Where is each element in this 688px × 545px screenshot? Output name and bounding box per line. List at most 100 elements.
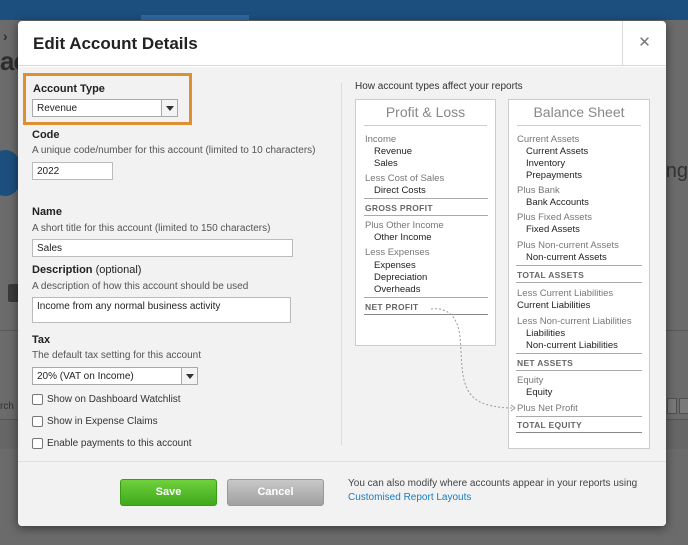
bs-bank-group-label: Bank (538, 185, 560, 196)
pl-cost-of-sales-label: Cost of Sales (387, 173, 445, 184)
bs-equity: Equity (526, 387, 553, 398)
close-button[interactable]: ✕ (622, 21, 666, 66)
tax-hint: The default tax setting for this account (32, 350, 201, 361)
background-pager-button (667, 398, 677, 414)
bs-fixed-assets: Fixed Assets (526, 224, 580, 235)
bs-plus-prefix: Plus (517, 240, 536, 251)
tax-value: 20% (VAT on Income) (37, 371, 134, 382)
description-label-text: Description (32, 264, 93, 276)
sheet-heading-rule (517, 125, 641, 126)
description-label: Description (optional) (32, 264, 141, 276)
pl-less-cost-of-sales: Less Cost of Sales (365, 173, 444, 184)
expense-claims-checkbox[interactable] (32, 416, 43, 427)
pl-sales: Sales (374, 158, 398, 169)
customised-report-layouts-link[interactable]: Customised Report Layouts (348, 492, 471, 503)
bs-rule (516, 432, 642, 433)
description-optional: (optional) (95, 264, 142, 276)
bs-plus-prefix: Plus (517, 185, 536, 196)
bs-noncurrent-assets-group-label: Non-current Assets (538, 240, 619, 251)
account-type-value: Revenue (37, 103, 78, 114)
pl-depreciation: Depreciation (374, 272, 428, 283)
tax-select[interactable]: 20% (VAT on Income) (32, 367, 198, 385)
code-label: Code (32, 129, 60, 141)
bs-plus-prefix: Plus (517, 212, 536, 223)
pl-plus-other-income: Plus Other Income (365, 220, 444, 231)
bs-less-noncurrent-liabilities: Less Non-current Liabilities (517, 316, 632, 327)
code-hint: A unique code/number for this account (l… (32, 145, 316, 156)
bs-current-liabilities: Current Liabilities (517, 300, 591, 311)
pl-gross-profit: GROSS PROFIT (365, 203, 433, 213)
bs-less-prefix: Less (517, 316, 538, 327)
bs-plus-net-profit: Plus Net Profit (517, 403, 578, 414)
bs-rule (516, 416, 642, 417)
background-pager-button (679, 398, 688, 414)
pl-other-income-group-label: Other Income (386, 220, 444, 231)
dashboard-watchlist-checkbox[interactable] (32, 394, 43, 405)
bs-equity-group: Equity (517, 375, 544, 386)
bs-current-assets-group: Current Assets (517, 134, 580, 145)
form-diagram-divider (341, 83, 342, 445)
bs-noncurrent-liabilities: Non-current Liabilities (526, 340, 618, 351)
cancel-button[interactable]: Cancel (227, 479, 324, 506)
pl-less-prefix: Less (365, 247, 386, 258)
edit-account-dialog: Edit Account Details ✕ Account Type Reve… (18, 21, 666, 526)
app-top-bar (0, 0, 688, 20)
pl-income-group: Income (365, 134, 397, 145)
bs-noncurrent-liabilities-group-label: Non-current Liabilities (539, 316, 632, 327)
pl-other-income: Other Income (374, 232, 432, 243)
bs-rule (516, 353, 642, 354)
pl-expenses-group-label: Expenses (387, 247, 430, 258)
pl-net-profit: NET PROFIT (365, 302, 419, 312)
bs-prepayments: Prepayments (526, 170, 582, 181)
pl-less-prefix: Less (365, 173, 386, 184)
tax-label: Tax (32, 334, 51, 346)
bs-fixed-assets-group-label: Fixed Assets (538, 212, 592, 223)
dialog-footer: Save Cancel You can also modify where ac… (18, 461, 666, 526)
report-layouts-note-text: You can also modify where accounts appea… (348, 478, 638, 489)
expense-claims-label: Show in Expense Claims (47, 416, 158, 427)
description-hint: A description of how this account should… (32, 281, 249, 292)
name-hint: A short title for this account (limited … (32, 223, 271, 234)
chevron-down-icon (181, 368, 197, 384)
chevron-down-icon (161, 100, 177, 116)
pl-revenue: Revenue (374, 146, 413, 157)
pl-overheads: Overheads (374, 284, 421, 295)
enable-payments-checkbox[interactable] (32, 438, 43, 449)
bs-plus-fixed-assets: Plus Fixed Assets (517, 212, 592, 223)
background-search-fragment: rch (0, 401, 14, 412)
bs-total-assets: TOTAL ASSETS (517, 270, 585, 280)
description-textarea[interactable]: Income from any normal business activity (32, 297, 291, 323)
bs-bank-accounts: Bank Accounts (526, 197, 589, 208)
pl-rule (364, 297, 488, 298)
report-layouts-note: You can also modify where accounts appea… (348, 477, 638, 505)
account-type-select[interactable]: Revenue (32, 99, 178, 117)
background-breadcrumb-chevron: › (3, 28, 8, 44)
bs-rule (516, 265, 642, 266)
pl-plus-prefix: Plus (365, 220, 384, 231)
bs-net-profit-label: Net Profit (538, 403, 578, 414)
bs-plus-prefix: Plus (517, 403, 536, 414)
pl-rule (364, 198, 488, 199)
bs-current-liabilities-group-label: Current Liabilities (539, 288, 614, 299)
bs-plus-bank: Plus Bank (517, 185, 560, 196)
bs-inventory: Inventory (526, 158, 566, 169)
pl-less-expenses: Less Expenses (365, 247, 429, 258)
bs-plus-noncurrent-assets: Plus Non-current Assets (517, 240, 619, 251)
bs-noncurrent-assets: Non-current Assets (526, 252, 607, 263)
dialog-body: Account Type Revenue Code A unique code/… (18, 67, 666, 461)
dashboard-watchlist-label: Show on Dashboard Watchlist (47, 394, 181, 405)
diagram-title: How account types affect your reports (355, 81, 523, 92)
profit-loss-heading: Profit & Loss (385, 104, 466, 120)
save-button[interactable]: Save (120, 479, 217, 506)
bs-liabilities: Liabilities (526, 328, 566, 339)
code-input[interactable]: 2022 (32, 162, 113, 180)
bs-rule (516, 282, 642, 283)
sheet-heading-rule (364, 125, 487, 126)
name-input[interactable]: Sales (32, 239, 293, 257)
balance-sheet: Balance Sheet Current Assets Current Ass… (508, 99, 650, 449)
pl-direct-costs: Direct Costs (374, 185, 426, 196)
pl-expenses: Expenses (374, 260, 416, 271)
account-type-label: Account Type (33, 83, 105, 95)
bs-less-current-liabilities: Less Current Liabilities (517, 288, 613, 299)
close-icon: ✕ (638, 34, 651, 51)
